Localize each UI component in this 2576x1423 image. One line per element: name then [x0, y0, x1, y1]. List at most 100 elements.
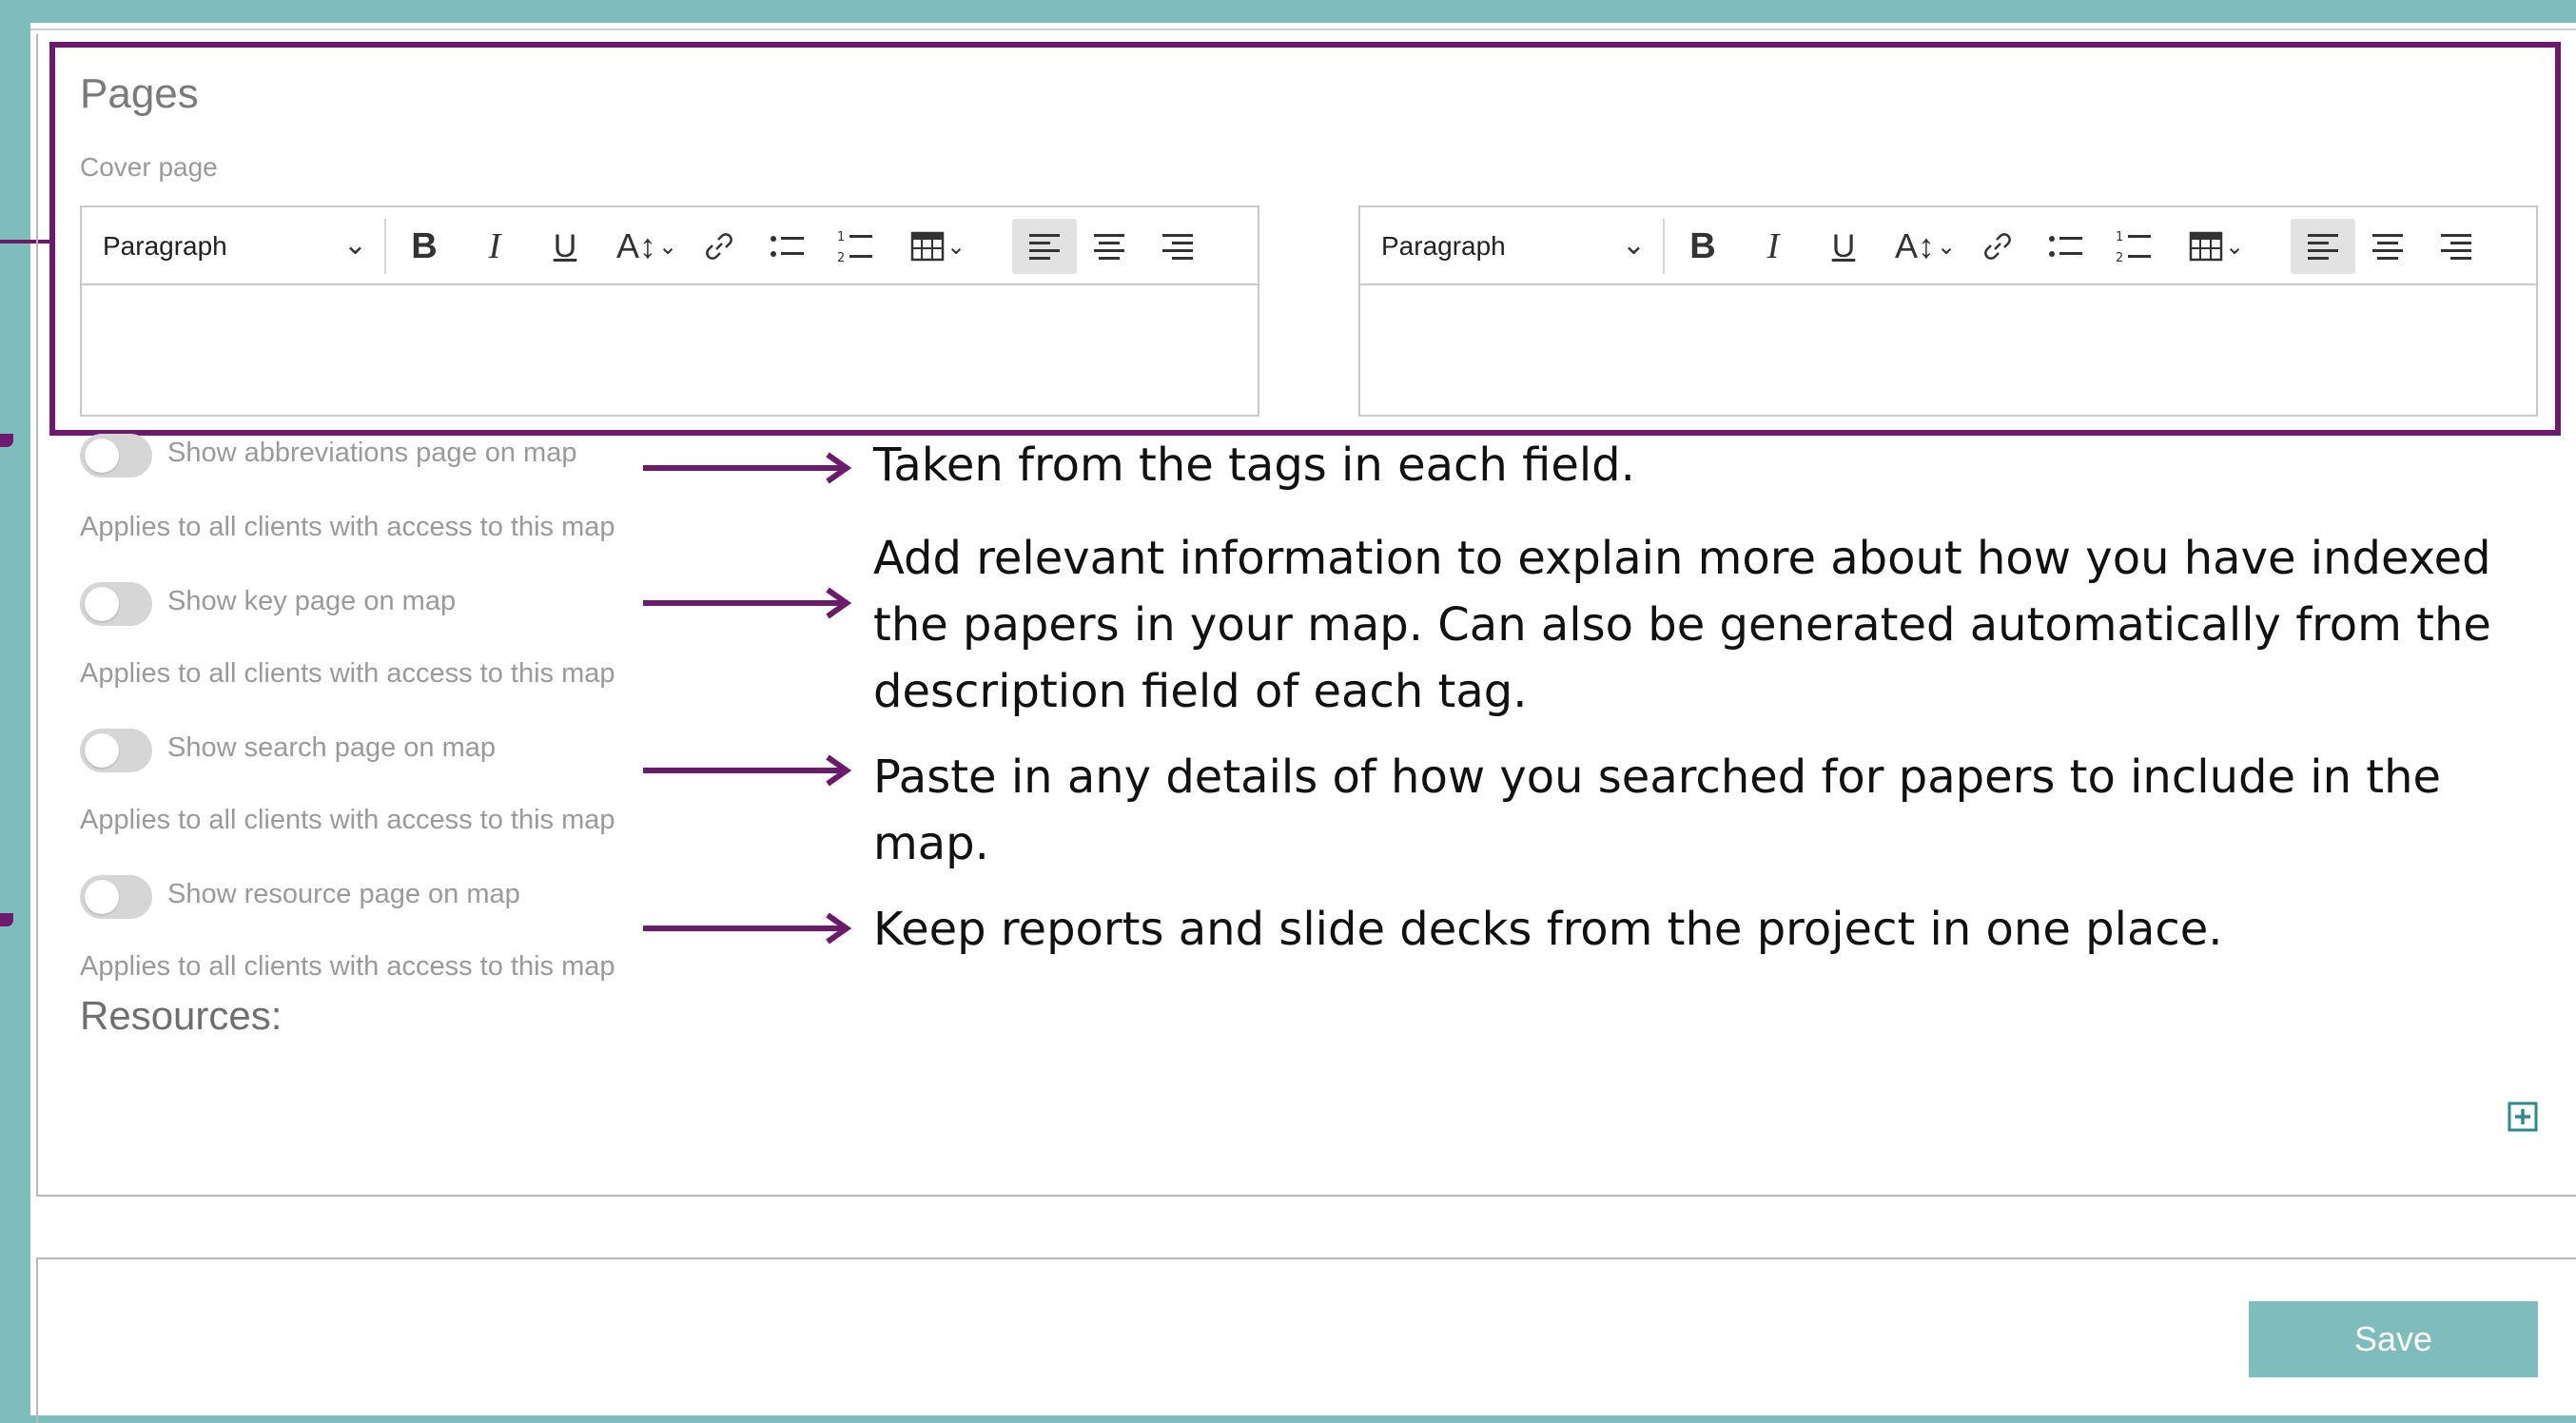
- editor-content-area[interactable]: [82, 285, 1258, 415]
- divider: [30, 29, 2576, 30]
- resources-heading: Resources:: [80, 993, 283, 1038]
- resource-page-label: Show resource page on map: [167, 879, 520, 909]
- toggle-knob: [85, 587, 119, 621]
- bullet-list-icon: [769, 230, 807, 263]
- italic-icon: I: [488, 226, 501, 266]
- align-left-button[interactable]: [1012, 219, 1077, 274]
- annotation-arrow: [643, 912, 852, 945]
- link-icon: [703, 230, 735, 263]
- paragraph-style-select[interactable]: Paragraph ⌄: [1370, 223, 1655, 270]
- svg-text:1: 1: [2116, 230, 2123, 244]
- resource-page-note: Applies to all clients with access to th…: [80, 951, 615, 982]
- key-page-label: Show key page on map: [167, 586, 457, 616]
- svg-text:2: 2: [837, 251, 845, 265]
- search-page-label: Show search page on map: [167, 732, 496, 763]
- bold-button[interactable]: B: [1674, 219, 1731, 274]
- toolbar-separator: [1663, 219, 1665, 274]
- editor-content-area[interactable]: [1360, 285, 2536, 415]
- annotation-abbreviations: Taken from the tags in each field.: [873, 439, 1635, 492]
- teal-frame-top: [0, 0, 2576, 23]
- numbered-list-button[interactable]: 12: [2106, 219, 2163, 274]
- footer-panel: [36, 1257, 2576, 1423]
- resource-page-toggle[interactable]: [80, 875, 152, 919]
- underline-button[interactable]: U: [1815, 219, 1872, 274]
- italic-button[interactable]: I: [1745, 219, 1802, 274]
- align-right-icon: [1161, 231, 1195, 262]
- editor-toolbar: Paragraph ⌄ B I U A↕ ⌄ 12 ⌄: [1360, 207, 2536, 285]
- cover-page-label: Cover page: [80, 152, 218, 182]
- numbered-list-icon: 12: [837, 227, 875, 265]
- bullet-list-button[interactable]: [2038, 219, 2095, 274]
- key-page-note: Applies to all clients with access to th…: [80, 658, 615, 689]
- annotation-search: Paste in any details of how you searched…: [873, 750, 2442, 870]
- align-center-button[interactable]: [1081, 219, 1138, 274]
- italic-icon: I: [1766, 226, 1780, 266]
- align-left-icon: [1027, 231, 1062, 262]
- add-icon[interactable]: [2508, 1101, 2538, 1132]
- align-right-button[interactable]: [1149, 219, 1206, 274]
- text-size-icon: A↕: [615, 226, 656, 265]
- link-button[interactable]: [1969, 219, 2026, 274]
- abbreviations-page-toggle[interactable]: [80, 434, 152, 478]
- chevron-down-icon: ⌄: [657, 233, 678, 260]
- toggle-knob: [85, 880, 119, 914]
- bold-icon: B: [411, 225, 438, 266]
- align-center-icon: [2371, 231, 2405, 262]
- annotation-key: Add relevant information to explain more…: [873, 532, 2491, 718]
- table-button[interactable]: ⌄: [2176, 219, 2256, 274]
- chevron-down-icon: ⌄: [342, 229, 367, 261]
- left-edge-mark: [0, 434, 13, 447]
- align-right-button[interactable]: [2428, 219, 2485, 274]
- chevron-down-icon: ⌄: [1621, 229, 1646, 261]
- text-size-button[interactable]: A↕ ⌄: [607, 219, 687, 274]
- cover-page-editor-left: Paragraph ⌄ B I U A↕ ⌄ 12 ⌄: [80, 205, 1259, 417]
- cover-page-editor-right: Paragraph ⌄ B I U A↕ ⌄ 12 ⌄: [1358, 205, 2538, 417]
- abbreviations-page-note: Applies to all clients with access to th…: [80, 512, 615, 542]
- toggle-knob: [85, 733, 119, 768]
- annotation-arrow: [643, 587, 852, 619]
- teal-frame-left-inner: [15, 23, 30, 1423]
- link-icon: [1981, 230, 2014, 263]
- numbered-list-icon: 12: [2116, 227, 2154, 265]
- underline-icon: U: [553, 227, 577, 264]
- chevron-down-icon: ⌄: [1936, 233, 1957, 260]
- align-center-icon: [1092, 231, 1126, 262]
- annotation-arrow: [643, 452, 852, 484]
- paragraph-style-value: Paragraph: [103, 231, 227, 261]
- toolbar-separator: [384, 219, 386, 274]
- align-center-button[interactable]: [2359, 219, 2416, 274]
- align-left-button[interactable]: [2291, 219, 2355, 274]
- svg-text:1: 1: [837, 230, 845, 244]
- bullet-list-icon: [2047, 230, 2085, 263]
- annotation-resources: Keep reports and slide decks from the pr…: [873, 903, 2223, 956]
- save-button[interactable]: Save: [2249, 1301, 2538, 1377]
- text-size-button[interactable]: A↕ ⌄: [1885, 219, 1965, 274]
- svg-text:2: 2: [2116, 251, 2123, 265]
- bold-icon: B: [1689, 225, 1716, 266]
- table-button[interactable]: ⌄: [898, 219, 978, 274]
- toggle-knob: [85, 439, 119, 473]
- paragraph-style-value: Paragraph: [1381, 231, 1506, 261]
- annotation-arrow: [643, 754, 852, 787]
- table-icon: [910, 231, 945, 262]
- link-button[interactable]: [691, 219, 748, 274]
- search-page-note: Applies to all clients with access to th…: [80, 805, 615, 835]
- text-size-icon: A↕: [1894, 226, 1935, 265]
- align-right-icon: [2439, 231, 2473, 262]
- chevron-down-icon: ⌄: [946, 233, 966, 260]
- numbered-list-button[interactable]: 12: [828, 219, 885, 274]
- search-page-toggle[interactable]: [80, 729, 152, 772]
- page-title: Pages: [80, 70, 199, 117]
- editor-toolbar: Paragraph ⌄ B I U A↕ ⌄ 12 ⌄: [82, 207, 1258, 285]
- bullet-list-button[interactable]: [759, 219, 816, 274]
- chevron-down-icon: ⌄: [2224, 233, 2245, 260]
- align-left-icon: [2306, 231, 2340, 262]
- underline-button[interactable]: U: [537, 219, 594, 274]
- table-icon: [2189, 231, 2223, 262]
- italic-button[interactable]: I: [466, 219, 523, 274]
- bold-button[interactable]: B: [396, 219, 453, 274]
- teal-frame-left: [0, 0, 15, 1423]
- left-edge-mark: [0, 913, 13, 926]
- key-page-toggle[interactable]: [80, 582, 152, 626]
- paragraph-style-select[interactable]: Paragraph ⌄: [91, 223, 377, 270]
